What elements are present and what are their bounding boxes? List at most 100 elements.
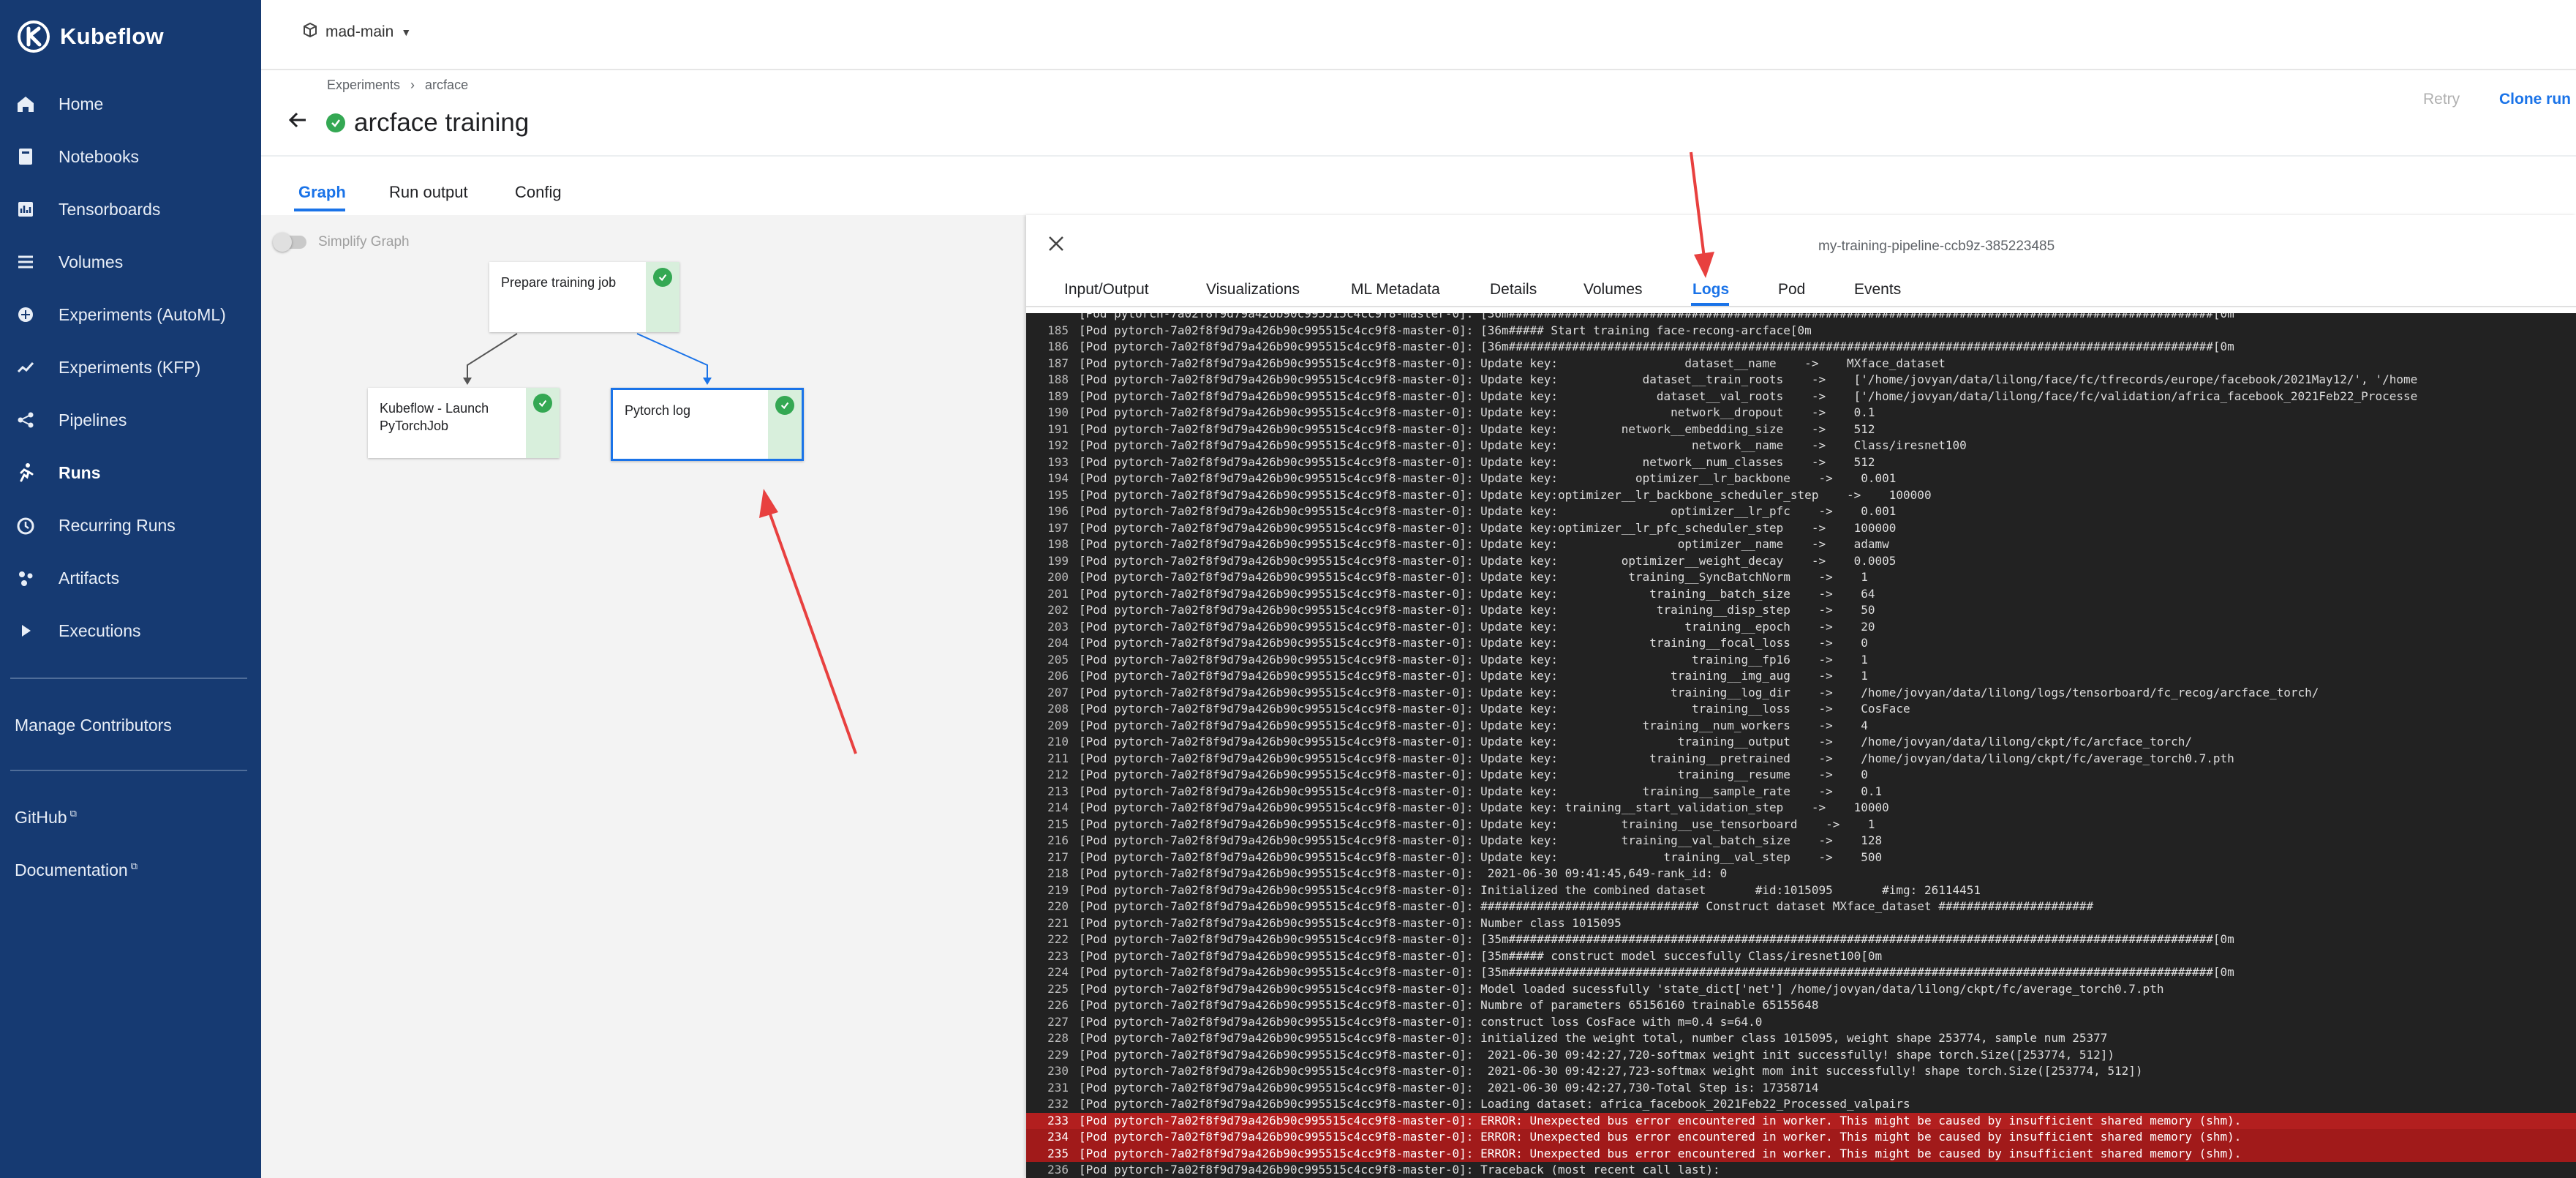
log-line: 209 [Pod pytorch-7a02f8f9d79a426b90c99551… [1026, 718, 2576, 735]
manage-contributors-link[interactable]: Manage Contributors [15, 716, 172, 735]
tab-details[interactable]: Details [1490, 281, 1537, 299]
log-line-number: 228 [1047, 1031, 1069, 1045]
log-line-number: 198 [1047, 537, 1069, 551]
retry-button[interactable]: Retry [2423, 91, 2460, 108]
sidebar-item-recurring-runs[interactable]: Recurring Runs [0, 503, 261, 547]
sidebar-item-experiments-kfp[interactable]: Experiments (KFP) [0, 345, 261, 389]
node-pytorch-log[interactable]: Pytorch log [611, 388, 804, 461]
log-line-text: [Pod pytorch-7a02f8f9d79a426b90c995515c4… [1079, 817, 1875, 831]
log-line-number: 208 [1047, 702, 1069, 716]
executions-icon [15, 620, 37, 642]
namespace-selector[interactable]: mad-main ▼ [302, 22, 411, 42]
top-bar: mad-main ▼ [261, 0, 2576, 70]
tab-run-output[interactable]: Run output [389, 183, 468, 202]
log-line: 225 [Pod pytorch-7a02f8f9d79a426b90c99551… [1026, 981, 2576, 998]
log-line-number: 200 [1047, 570, 1069, 584]
sidebar-item-pipelines[interactable]: Pipelines [0, 398, 261, 442]
app-name: Kubeflow [60, 23, 164, 49]
log-line: 227 [Pod pytorch-7a02f8f9d79a426b90c99551… [1026, 1014, 2576, 1031]
log-line-text: [Pod pytorch-7a02f8f9d79a426b90c995515c4… [1079, 1014, 1763, 1029]
tab-graph[interactable]: Graph [298, 183, 346, 202]
log-line-number: 195 [1047, 487, 1069, 502]
log-line-text: [Pod pytorch-7a02f8f9d79a426b90c995515c4… [1079, 553, 1897, 568]
sidebar-item-experiments-automl[interactable]: Experiments (AutoML) [0, 293, 261, 337]
log-line-number: 196 [1047, 504, 1069, 518]
log-line: 223 [Pod pytorch-7a02f8f9d79a426b90c99551… [1026, 948, 2576, 965]
log-line-text: [Pod pytorch-7a02f8f9d79a426b90c995515c4… [1079, 866, 1728, 880]
sidebar-divider [10, 678, 247, 679]
volumes-icon [15, 251, 37, 273]
log-line: 210 [Pod pytorch-7a02f8f9d79a426b90c99551… [1026, 734, 2576, 751]
log-line-number: 203 [1047, 619, 1069, 634]
tab-events[interactable]: Events [1854, 281, 1901, 299]
sidebar-item-runs[interactable]: Runs [0, 451, 261, 495]
notebook-icon [15, 146, 37, 168]
log-line: 188 [Pod pytorch-7a02f8f9d79a426b90c99551… [1026, 372, 2576, 389]
log-line-text: [Pod pytorch-7a02f8f9d79a426b90c995515c4… [1079, 586, 1875, 601]
sidebar: Kubeflow Home Notebooks Tensorboards Volume… [0, 0, 261, 1178]
run-details-drawer: my-training-pipeline-ccb9z-385223485 Inp… [1026, 215, 2576, 1178]
log-line: 198 [Pod pytorch-7a02f8f9d79a426b90c99551… [1026, 536, 2576, 553]
node-label: Prepare training job [501, 275, 617, 290]
log-line-text: [Pod pytorch-7a02f8f9d79a426b90c995515c4… [1079, 636, 1868, 650]
log-line: 186 [Pod pytorch-7a02f8f9d79a426b90c99551… [1026, 339, 2576, 356]
log-line-text: [Pod pytorch-7a02f8f9d79a426b90c995515c4… [1079, 1163, 1720, 1177]
sidebar-item-artifacts[interactable]: Artifacts [0, 556, 261, 600]
log-line-number: 214 [1047, 800, 1069, 814]
log-line: 228 [Pod pytorch-7a02f8f9d79a426b90c99551… [1026, 1030, 2576, 1047]
log-line: 215 [Pod pytorch-7a02f8f9d79a426b90c99551… [1026, 817, 2576, 833]
node-prepare-training-job[interactable]: Prepare training job [489, 262, 679, 332]
tab-pod[interactable]: Pod [1778, 281, 1805, 299]
node-status [526, 388, 560, 458]
close-icon[interactable] [1045, 233, 1067, 255]
back-arrow-icon[interactable] [287, 109, 316, 138]
check-icon [775, 396, 794, 415]
log-line-text: [Pod pytorch-7a02f8f9d79a426b90c995515c4… [1079, 718, 1868, 732]
log-line-number: 197 [1047, 520, 1069, 535]
node-kubeflow-launch-pytorchjob[interactable]: Kubeflow - Launch PyTorchJob [368, 388, 560, 458]
log-line-number: 219 [1047, 882, 1069, 897]
active-tab-indicator [294, 209, 345, 211]
log-line-text: [Pod pytorch-7a02f8f9d79a426b90c995515c4… [1079, 405, 1875, 419]
tab-volumes[interactable]: Volumes [1583, 281, 1643, 299]
sidebar-item-notebooks[interactable]: Notebooks [0, 135, 261, 179]
log-line-number: 201 [1047, 586, 1069, 601]
sidebar-divider [10, 770, 247, 771]
home-icon [15, 93, 37, 115]
page-title: arcface training [354, 108, 530, 137]
log-viewer[interactable]: [Pod pytorch-7a02f8f9d79a426b90c995515c4… [1026, 313, 2576, 1178]
sidebar-item-label: Experiments (AutoML) [59, 304, 226, 324]
sidebar-item-home[interactable]: Home [0, 82, 261, 126]
log-line-text: [Pod pytorch-7a02f8f9d79a426b90c995515c4… [1079, 520, 1897, 535]
kubeflow-logo[interactable]: Kubeflow [16, 16, 164, 57]
log-line-text: [Pod pytorch-7a02f8f9d79a426b90c995515c4… [1079, 504, 1897, 518]
log-line: 218 [Pod pytorch-7a02f8f9d79a426b90c99551… [1026, 866, 2576, 882]
log-line-text: [Pod pytorch-7a02f8f9d79a426b90c995515c4… [1079, 421, 1875, 436]
documentation-link[interactable]: Documentation ⧉ [15, 860, 138, 880]
tab-config[interactable]: Config [515, 183, 562, 202]
breadcrumb-experiments[interactable]: Experiments [327, 78, 400, 93]
log-line-number: 233 [1047, 1113, 1069, 1128]
log-line: 195 [Pod pytorch-7a02f8f9d79a426b90c99551… [1026, 487, 2576, 504]
log-line-text: [Pod pytorch-7a02f8f9d79a426b90c995515c4… [1079, 998, 1819, 1012]
sidebar-item-tensorboards[interactable]: Tensorboards [0, 187, 261, 231]
log-line: 236 [Pod pytorch-7a02f8f9d79a426b90c99551… [1026, 1162, 2576, 1178]
clone-run-button[interactable]: Clone run [2499, 91, 2571, 108]
github-link[interactable]: GitHub ⧉ [15, 808, 77, 828]
log-line-number: 188 [1047, 372, 1069, 386]
log-line: 222 [Pod pytorch-7a02f8f9d79a426b90c99551… [1026, 931, 2576, 948]
tab-input-output[interactable]: Input/Output [1064, 281, 1149, 299]
tab-ml-metadata[interactable]: ML Metadata [1351, 281, 1440, 299]
sidebar-item-executions[interactable]: Executions [0, 609, 261, 653]
log-line-text: [Pod pytorch-7a02f8f9d79a426b90c995515c4… [1079, 1031, 2108, 1045]
tab-visualizations[interactable]: Visualizations [1206, 281, 1300, 299]
success-status-icon [326, 113, 345, 132]
sidebar-item-volumes[interactable]: Volumes [0, 240, 261, 284]
log-line: 216 [Pod pytorch-7a02f8f9d79a426b90c99551… [1026, 833, 2576, 849]
log-line: 212 [Pod pytorch-7a02f8f9d79a426b90c99551… [1026, 767, 2576, 784]
log-line: 200 [Pod pytorch-7a02f8f9d79a426b90c99551… [1026, 569, 2576, 586]
tab-logs[interactable]: Logs [1692, 281, 1729, 299]
log-line: 185 [Pod pytorch-7a02f8f9d79a426b90c99551… [1026, 323, 2576, 339]
breadcrumb-arcface[interactable]: arcface [425, 78, 468, 93]
log-line-text: [Pod pytorch-7a02f8f9d79a426b90c995515c4… [1079, 751, 2234, 765]
